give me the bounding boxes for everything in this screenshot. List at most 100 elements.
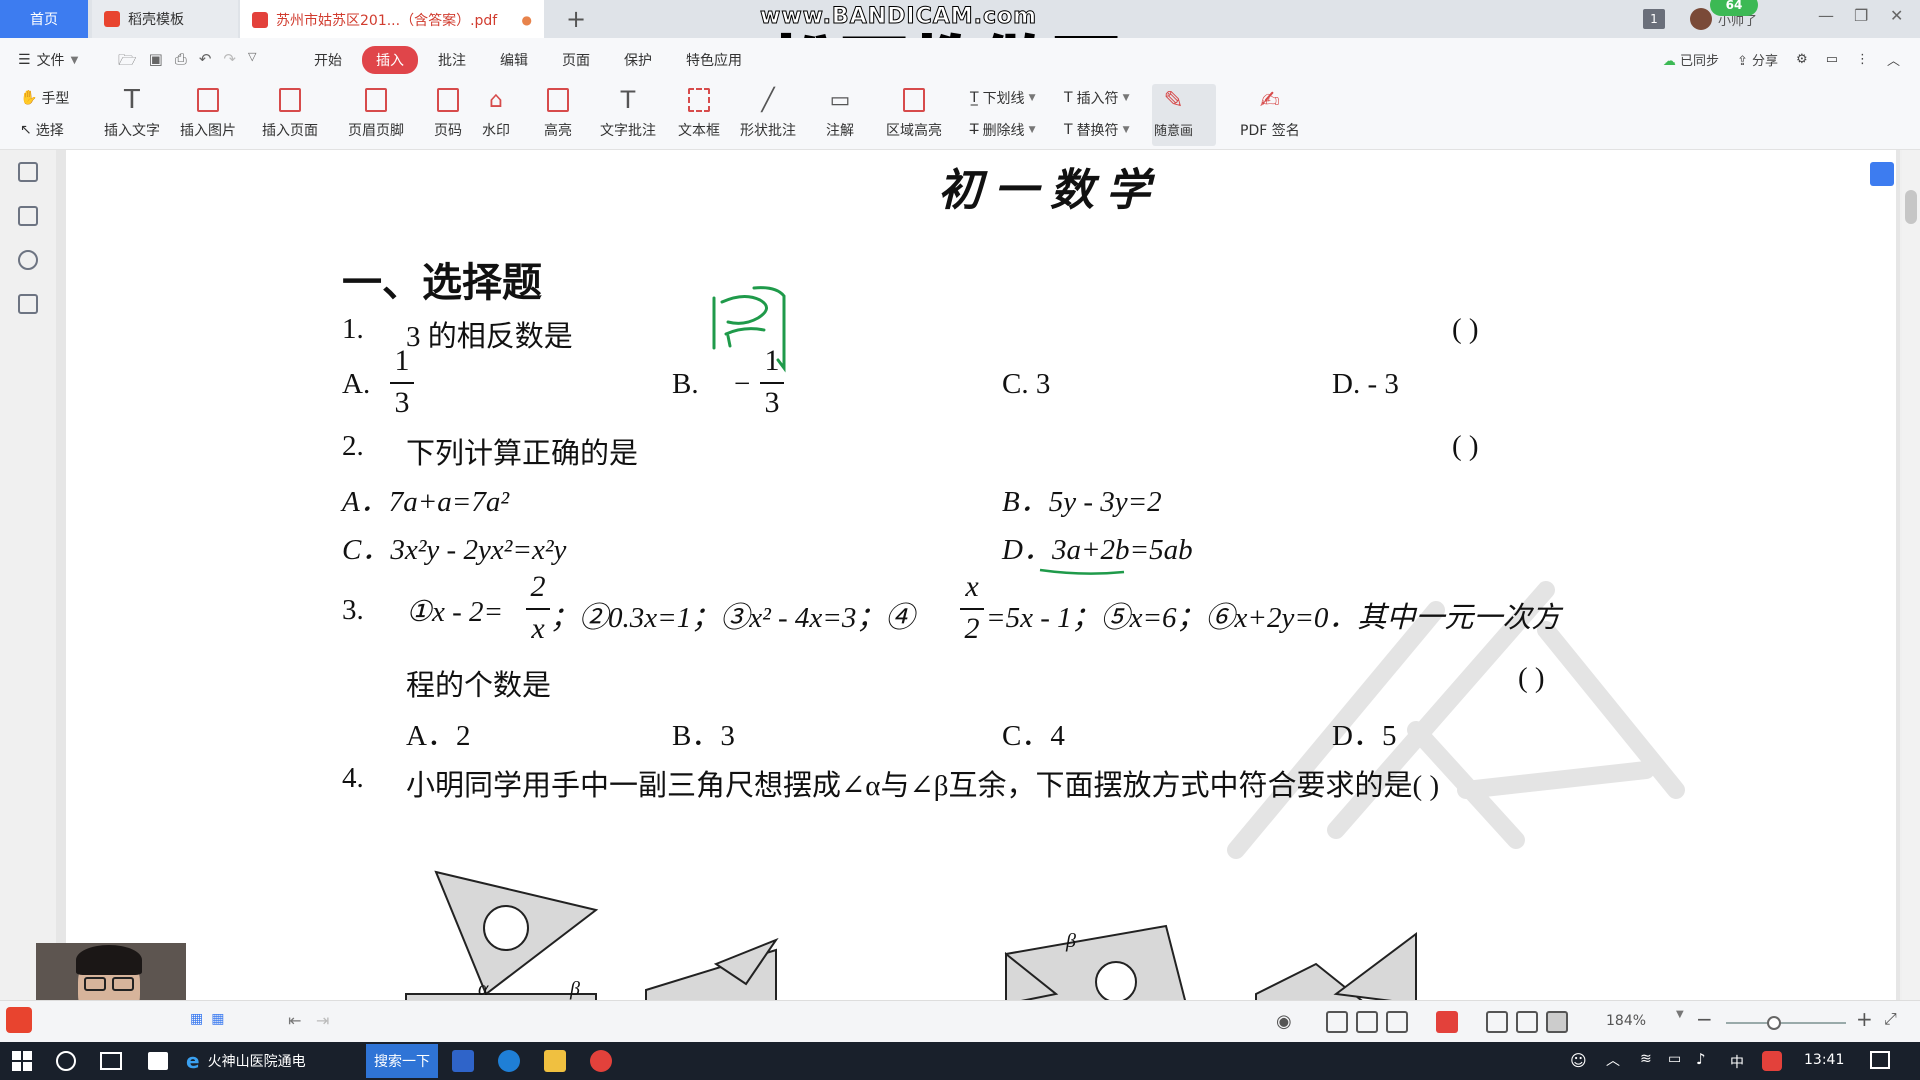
highlight-button[interactable]: 高亮: [544, 86, 572, 140]
cortana-icon[interactable]: [56, 1051, 76, 1071]
print-icon[interactable]: ⎙: [175, 50, 187, 75]
tab-edit[interactable]: 编辑: [486, 46, 542, 74]
scrollbar-thumb[interactable]: [1905, 190, 1917, 224]
zoom-slider-knob[interactable]: [1767, 1016, 1781, 1030]
tab-special[interactable]: 特色应用: [672, 46, 756, 74]
tab-docer-templates[interactable]: 稻壳模板: [92, 0, 238, 38]
next-page-icon[interactable]: ⇥: [316, 1011, 329, 1030]
apps-icon[interactable]: ▦: [211, 1011, 224, 1027]
chevron-up-icon[interactable]: ︿: [1606, 1050, 1620, 1070]
tab-protect[interactable]: 保护: [610, 46, 666, 74]
annotation-icon[interactable]: [18, 250, 38, 270]
battery-icon[interactable]: ▭: [1668, 1051, 1681, 1067]
fullscreen-icon[interactable]: ⤢: [1884, 1009, 1897, 1029]
zoom-level[interactable]: 184%: [1606, 1013, 1646, 1029]
question-1-number: 1.: [342, 313, 364, 345]
header-footer-button[interactable]: 页眉页脚: [348, 86, 404, 140]
pdf-sign-button[interactable]: ✍ PDF 签名: [1240, 86, 1300, 140]
more-icon[interactable]: ⋮: [1856, 52, 1869, 67]
textbox-button[interactable]: 文本框: [678, 86, 720, 140]
outline-icon[interactable]: [18, 162, 38, 182]
minimize-icon[interactable]: —: [1818, 6, 1834, 25]
chevron-down-icon[interactable]: ▼: [1676, 1009, 1684, 1020]
new-tab-button[interactable]: +: [566, 5, 586, 33]
restore-icon[interactable]: ❐: [1854, 6, 1868, 25]
search-icon[interactable]: [18, 294, 38, 314]
collapse-ribbon-icon[interactable]: ︿: [1887, 50, 1900, 69]
freehand-draw-button[interactable]: ✎ 随意画: [1154, 86, 1193, 139]
thumbnail-icon[interactable]: [18, 206, 38, 226]
actual-size-icon[interactable]: [1486, 1011, 1508, 1033]
status-bar: ▦ ▦ ⇤ ⇥ ◉ 184% ▼ − + ⤢: [0, 1000, 1920, 1042]
save-icon[interactable]: ▣: [149, 50, 163, 75]
open-icon[interactable]: 🗁: [118, 50, 137, 75]
redo-icon[interactable]: ↷: [223, 50, 236, 75]
tab-home[interactable]: 首页: [0, 0, 88, 38]
avatar[interactable]: [1690, 8, 1712, 30]
single-page-view-icon[interactable]: [1356, 1011, 1378, 1033]
text-comment-button[interactable]: T 文字批注: [600, 86, 656, 140]
windows-start-icon[interactable]: [12, 1051, 32, 1071]
insert-mark-button[interactable]: T 插入符 ▼: [1064, 88, 1129, 108]
translate-icon[interactable]: [1870, 162, 1894, 186]
customize-icon[interactable]: ▽: [248, 50, 256, 75]
share-button[interactable]: ⇪ 分享: [1737, 50, 1778, 69]
watermark-button[interactable]: ⌂ 水印: [482, 86, 510, 140]
continuous-view-icon[interactable]: [1326, 1011, 1348, 1033]
window-count-badge[interactable]: 1: [1643, 9, 1665, 29]
page-number-icon: [435, 86, 461, 114]
pdf-page[interactable]: 初一数学 一、选择题 1. 3 的相反数是 ( ) A. 1 3 B. − 1 …: [66, 150, 1896, 1000]
wps-writer-icon[interactable]: [452, 1050, 474, 1072]
skin-icon[interactable]: ▦: [190, 1011, 203, 1027]
notification-badge[interactable]: 64: [1710, 0, 1758, 16]
bandicam-icon[interactable]: [590, 1050, 612, 1072]
zoom-in-icon[interactable]: +: [1856, 1007, 1873, 1031]
insert-page-button[interactable]: 插入页面: [262, 86, 318, 140]
vertical-scrollbar[interactable]: [1902, 150, 1920, 1000]
taskbar-ie-window[interactable]: e 火神山医院通电: [186, 1042, 306, 1080]
store-icon[interactable]: [148, 1052, 168, 1070]
zoom-out-icon[interactable]: −: [1696, 1007, 1713, 1031]
zoom-slider[interactable]: [1726, 1016, 1846, 1030]
tab-annotate[interactable]: 批注: [424, 46, 480, 74]
clock[interactable]: 13:41: [1804, 1052, 1844, 1068]
fit-width-icon[interactable]: [1546, 1011, 1568, 1033]
strikethrough-button[interactable]: T̶ 删除线 ▼: [970, 120, 1035, 140]
comment-icon[interactable]: ▭: [1826, 52, 1838, 67]
search-button[interactable]: 搜索一下: [366, 1044, 438, 1078]
notification-center-icon[interactable]: [1870, 1051, 1890, 1069]
tab-insert[interactable]: 插入: [362, 46, 418, 74]
play-icon[interactable]: [1436, 1011, 1458, 1033]
shape-comment-button[interactable]: ╱ 形状批注: [740, 86, 796, 140]
hand-tool[interactable]: ✋ 手型: [20, 88, 69, 108]
replace-mark-button[interactable]: T 替换符 ▼: [1064, 120, 1129, 140]
insert-image-button[interactable]: 插入图片: [180, 86, 236, 140]
two-page-view-icon[interactable]: [1386, 1011, 1408, 1033]
prev-page-icon[interactable]: ⇤: [288, 1011, 301, 1030]
sogou-ime-icon[interactable]: [1762, 1051, 1782, 1071]
undo-icon[interactable]: ↶: [199, 50, 212, 75]
tab-pdf-document[interactable]: 苏州市姑苏区201...（含答案）.pdf ●: [240, 0, 544, 38]
ime-indicator[interactable]: 中: [1730, 1052, 1744, 1072]
select-tool[interactable]: ↖ 选择: [20, 120, 64, 140]
volume-icon[interactable]: ♪: [1696, 1050, 1706, 1068]
tab-start[interactable]: 开始: [300, 46, 356, 74]
file-menu[interactable]: ☰ 文件 ▼: [18, 50, 78, 70]
wifi-icon[interactable]: ≋: [1640, 1051, 1652, 1067]
people-icon[interactable]: ☺: [1570, 1051, 1587, 1070]
eye-protection-icon[interactable]: ◉: [1276, 1011, 1292, 1032]
file-explorer-icon[interactable]: [544, 1050, 566, 1072]
sync-button[interactable]: ☁ 已同步: [1663, 50, 1719, 69]
insert-text-button[interactable]: T 插入文字: [104, 85, 160, 140]
close-icon[interactable]: ✕: [1890, 6, 1903, 25]
task-view-icon[interactable]: [100, 1052, 122, 1070]
tab-page[interactable]: 页面: [548, 46, 604, 74]
fit-page-icon[interactable]: [1516, 1011, 1538, 1033]
note-button[interactable]: ▭ 注解: [826, 86, 854, 140]
page-number-button[interactable]: 页码: [434, 86, 462, 140]
ie-icon[interactable]: [498, 1050, 520, 1072]
q1-option-b-fraction: 1 3: [760, 346, 784, 418]
underline-button[interactable]: T̲ 下划线 ▼: [970, 88, 1035, 108]
area-highlight-button[interactable]: 区域高亮: [886, 86, 942, 140]
settings-icon[interactable]: ⚙: [1796, 52, 1808, 67]
